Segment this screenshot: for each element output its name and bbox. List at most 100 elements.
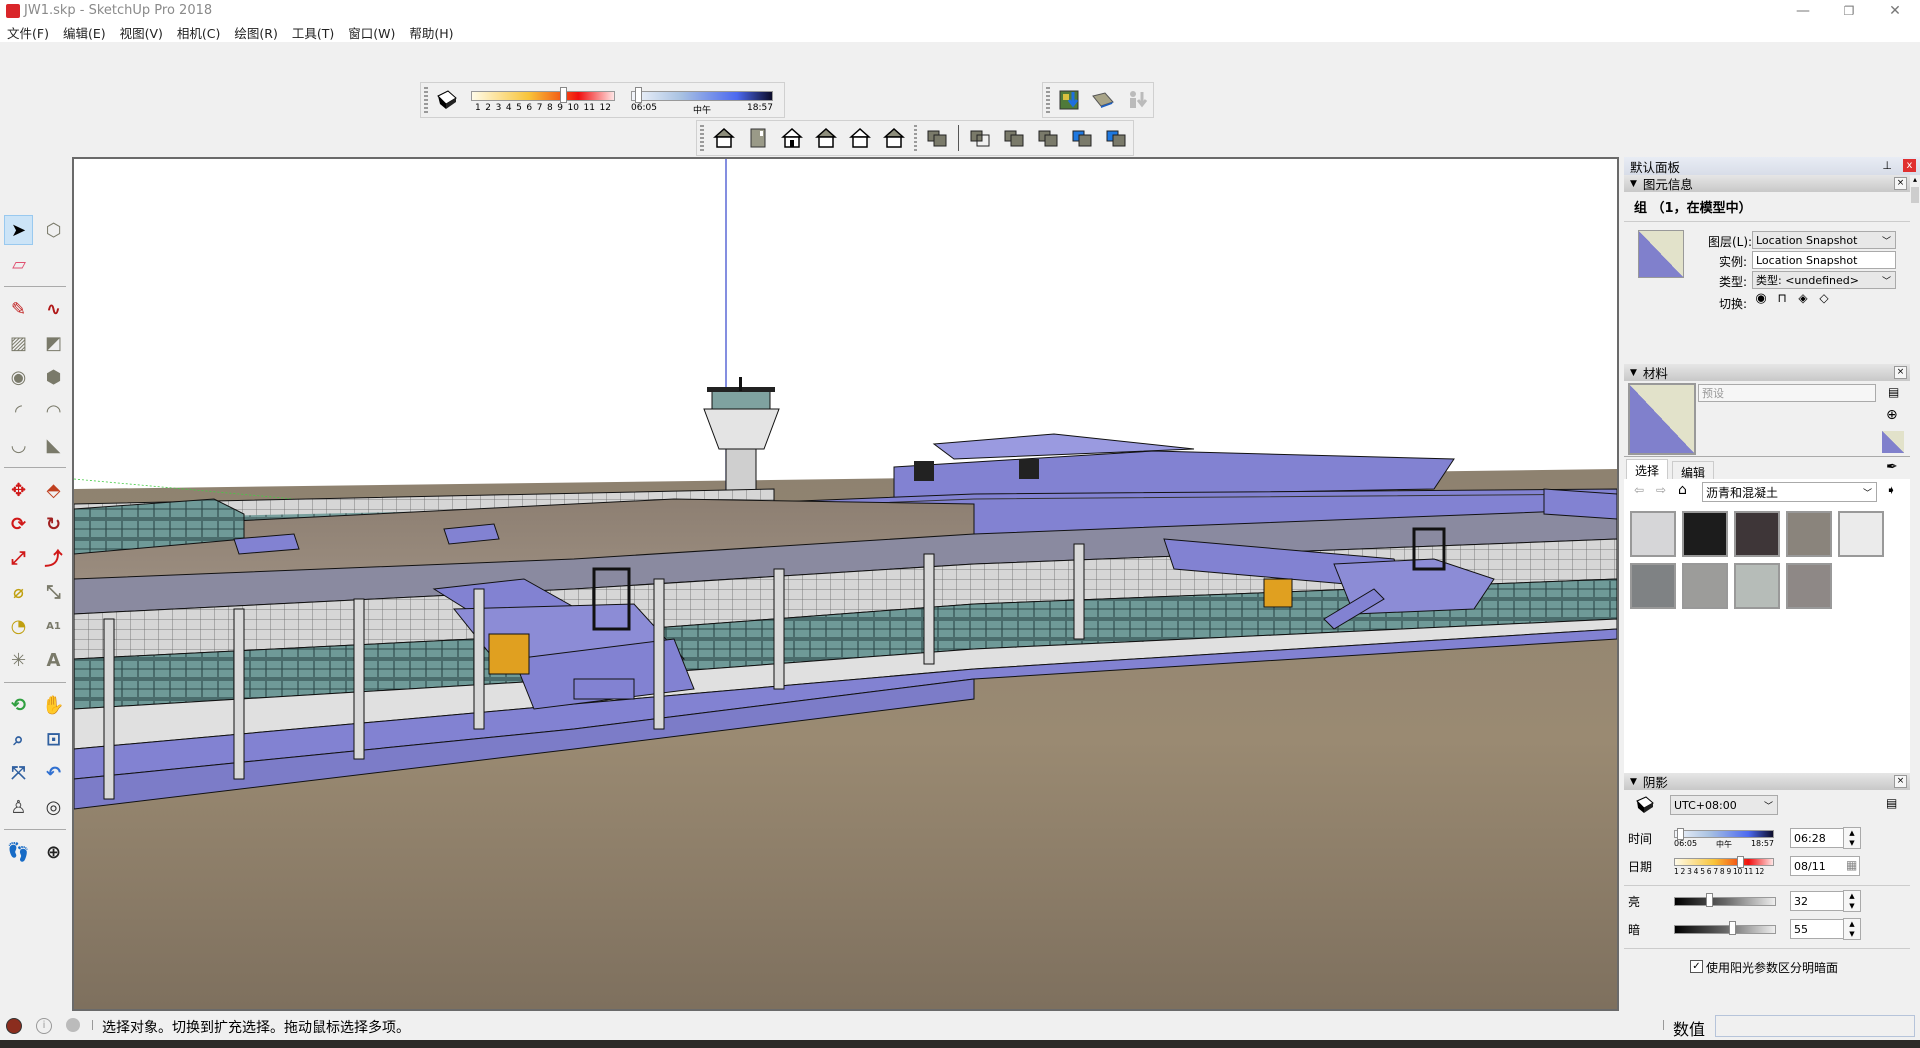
material-swatch[interactable] bbox=[1630, 511, 1676, 557]
material-swatch[interactable] bbox=[1838, 511, 1884, 557]
freehand-tool-icon[interactable]: ∿ bbox=[39, 294, 68, 324]
dark-spinner[interactable]: ▲ ▼ bbox=[1843, 918, 1861, 940]
receive-shadows-icon[interactable]: ◇ bbox=[1815, 291, 1833, 309]
create-material-icon[interactable]: ⊕ bbox=[1886, 407, 1898, 423]
month-slider-thumb[interactable] bbox=[559, 87, 567, 103]
menu-view[interactable]: 视图(V) bbox=[113, 23, 170, 42]
panel-time-thumb[interactable] bbox=[1677, 828, 1684, 840]
geo-location-icon[interactable] bbox=[6, 1018, 22, 1034]
toolbar-grip[interactable] bbox=[700, 125, 704, 151]
model-viewport[interactable] bbox=[72, 157, 1619, 1011]
light-slider-thumb[interactable] bbox=[1706, 893, 1713, 907]
move-tool-icon[interactable]: ✥ bbox=[4, 475, 33, 505]
zoom-window-tool-icon[interactable]: ⊡ bbox=[39, 724, 68, 754]
polygon-tool-icon[interactable]: ⬢ bbox=[39, 362, 68, 392]
default-material-icon[interactable] bbox=[1882, 431, 1904, 453]
sun-shading-checkbox[interactable]: ✓ bbox=[1690, 960, 1703, 973]
position-camera-tool-icon[interactable]: ♙ bbox=[4, 792, 33, 822]
material-swatch[interactable] bbox=[1682, 511, 1728, 557]
user-account-icon[interactable] bbox=[66, 1018, 80, 1032]
material-swatch[interactable] bbox=[1630, 563, 1676, 609]
model-scene[interactable] bbox=[74, 159, 1617, 1009]
toggle-terrain-icon[interactable] bbox=[1090, 87, 1115, 113]
details-arrow-icon[interactable]: ➧ bbox=[1886, 483, 1896, 497]
light-spinner[interactable]: ▲ ▼ bbox=[1843, 890, 1861, 912]
type-dropdown[interactable]: 类型: <undefined> ﹀ bbox=[1752, 271, 1896, 289]
visibility-eye-icon[interactable]: ◉ bbox=[1752, 291, 1770, 309]
shadows-header[interactable]: ▼ 阴影 × bbox=[1624, 773, 1910, 790]
push-pull-tool-icon[interactable]: ⬘ bbox=[39, 475, 68, 505]
material-swatch[interactable] bbox=[1682, 563, 1728, 609]
front-view-icon[interactable] bbox=[779, 125, 805, 151]
measurements-input[interactable] bbox=[1715, 1015, 1915, 1037]
material-swatch[interactable] bbox=[1734, 563, 1780, 609]
section-plane-tool-icon[interactable]: ⊕ bbox=[39, 837, 68, 867]
rotate-tool-icon[interactable]: ⟳ bbox=[4, 509, 33, 539]
materials-close-button[interactable]: × bbox=[1894, 366, 1907, 379]
orbit-tool-icon[interactable]: ⟲ bbox=[4, 690, 33, 720]
toggle-shadows-icon[interactable] bbox=[435, 88, 459, 112]
back-arrow-icon[interactable]: ⇦ bbox=[1634, 483, 1644, 497]
unlock-icon[interactable]: ⊓ bbox=[1773, 291, 1791, 309]
time-spinner[interactable]: ▲ ▼ bbox=[1843, 827, 1861, 849]
entity-info-header[interactable]: ▼ 图元信息 × bbox=[1624, 175, 1910, 192]
panel-date-thumb[interactable] bbox=[1737, 856, 1744, 868]
time-slider[interactable]: 06:05 中午 18:57 bbox=[631, 87, 773, 116]
calendar-icon[interactable]: ▦ bbox=[1846, 858, 1857, 872]
toggle-shadows-icon[interactable] bbox=[1634, 794, 1656, 816]
entity-info-close-button[interactable]: × bbox=[1894, 177, 1907, 190]
dark-input[interactable]: 55 bbox=[1790, 919, 1844, 939]
panel-time-slider[interactable]: 06:05 中午 18:57 bbox=[1674, 828, 1774, 850]
toolbar-grip[interactable] bbox=[913, 125, 917, 151]
wireframe-icon[interactable] bbox=[967, 125, 993, 151]
credits-info-icon[interactable]: i bbox=[36, 1018, 52, 1034]
light-slider[interactable] bbox=[1674, 897, 1776, 906]
pencil-tool-icon[interactable]: ✎ bbox=[4, 294, 33, 324]
right-view-icon[interactable] bbox=[813, 125, 839, 151]
menu-tools[interactable]: 工具(T) bbox=[285, 23, 341, 42]
circle-tool-icon[interactable]: ◉ bbox=[4, 362, 33, 392]
library-dropdown[interactable]: 沥青和混凝土 ﹀ bbox=[1702, 482, 1877, 502]
shaded-textures-icon[interactable] bbox=[1069, 125, 1095, 151]
layer-dropdown[interactable]: Location Snapshot ﹀ bbox=[1752, 231, 1896, 249]
walk-tool-icon[interactable]: 👣 bbox=[4, 837, 33, 867]
back-view-icon[interactable] bbox=[847, 125, 873, 151]
2pt-arc-tool-icon[interactable]: ◠ bbox=[39, 396, 68, 426]
axes-tool-icon[interactable]: ✳ bbox=[4, 645, 33, 675]
text-tool-icon[interactable]: A1 bbox=[39, 611, 68, 641]
instance-input[interactable]: Location Snapshot bbox=[1752, 251, 1896, 269]
zoom-extents-tool-icon[interactable]: ⤧ bbox=[4, 758, 33, 788]
sample-paint-icon[interactable]: ✒ bbox=[1886, 459, 1898, 475]
menu-camera[interactable]: 相机(C) bbox=[170, 23, 227, 42]
follow-me-tool-icon[interactable]: ↻ bbox=[39, 509, 68, 539]
menu-help[interactable]: 帮助(H) bbox=[402, 23, 460, 42]
material-name-input[interactable]: 预设 bbox=[1698, 384, 1876, 402]
previous-tool-icon[interactable]: ↶ bbox=[39, 758, 68, 788]
home-icon[interactable]: ⌂ bbox=[1678, 482, 1687, 498]
material-swatch[interactable] bbox=[1786, 511, 1832, 557]
make-component-tool-icon[interactable]: ⬡ bbox=[39, 215, 68, 245]
details-menu-icon[interactable]: ▤ bbox=[1888, 385, 1899, 399]
monochrome-icon[interactable] bbox=[1103, 125, 1129, 151]
pan-tool-icon[interactable]: ✋ bbox=[39, 690, 68, 720]
iso-view-icon[interactable] bbox=[711, 125, 737, 151]
offset-tool-icon[interactable]: ⤴ bbox=[39, 543, 68, 573]
toolbar-grip[interactable] bbox=[1046, 87, 1050, 113]
scale-tool-icon[interactable]: ⤢ bbox=[4, 543, 33, 573]
dark-slider-thumb[interactable] bbox=[1729, 921, 1736, 935]
zoom-tool-icon[interactable]: ⌕ bbox=[4, 724, 33, 754]
shadows-close-button[interactable]: × bbox=[1894, 775, 1907, 788]
hidden-line-icon[interactable] bbox=[1001, 125, 1027, 151]
light-input[interactable]: 32 bbox=[1790, 891, 1844, 911]
tray-scrollbar[interactable]: ▴ bbox=[1910, 175, 1920, 1010]
material-swatch[interactable] bbox=[1734, 511, 1780, 557]
photo-textures-icon[interactable] bbox=[1124, 87, 1149, 113]
menu-file[interactable]: 文件(F) bbox=[0, 23, 56, 42]
tape-measure-tool-icon[interactable]: ⌀ bbox=[4, 577, 33, 607]
menu-draw[interactable]: 绘图(R) bbox=[227, 23, 284, 42]
tab-select[interactable]: 选择 bbox=[1626, 459, 1669, 481]
xray-icon[interactable] bbox=[924, 125, 950, 151]
look-around-tool-icon[interactable]: ◎ bbox=[39, 792, 68, 822]
dimension-tool-icon[interactable]: ⤡ bbox=[39, 577, 68, 607]
menu-window[interactable]: 窗口(W) bbox=[341, 23, 402, 42]
